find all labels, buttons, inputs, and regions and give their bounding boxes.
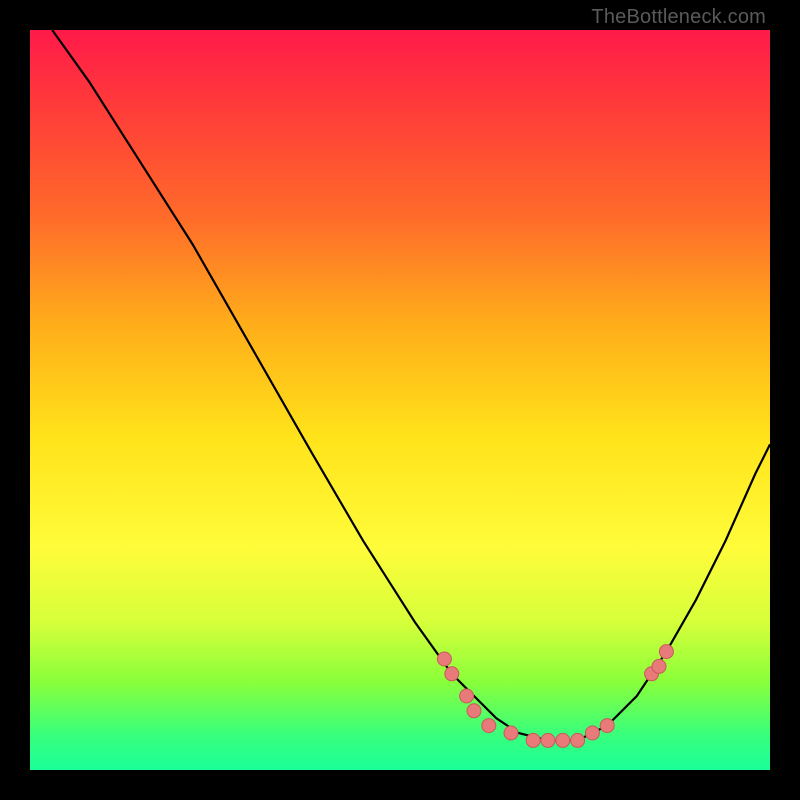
curve-marker — [556, 733, 570, 747]
attribution-label: TheBottleneck.com — [591, 6, 766, 29]
curve-marker — [482, 719, 496, 733]
chart-frame: TheBottleneck.com — [0, 0, 800, 800]
chart-svg — [30, 30, 770, 770]
curve-marker — [437, 652, 451, 666]
curve-marker — [541, 733, 555, 747]
bottleneck-curve — [52, 30, 770, 740]
curve-marker — [504, 726, 518, 740]
curve-marker — [526, 733, 540, 747]
curve-marker — [652, 659, 666, 673]
curve-marker — [445, 667, 459, 681]
curve-marker — [571, 733, 585, 747]
plot-area — [30, 30, 770, 770]
curve-marker — [460, 689, 474, 703]
curve-marker — [467, 704, 481, 718]
curve-marker — [659, 645, 673, 659]
curve-marker — [585, 726, 599, 740]
curve-marker — [600, 719, 614, 733]
